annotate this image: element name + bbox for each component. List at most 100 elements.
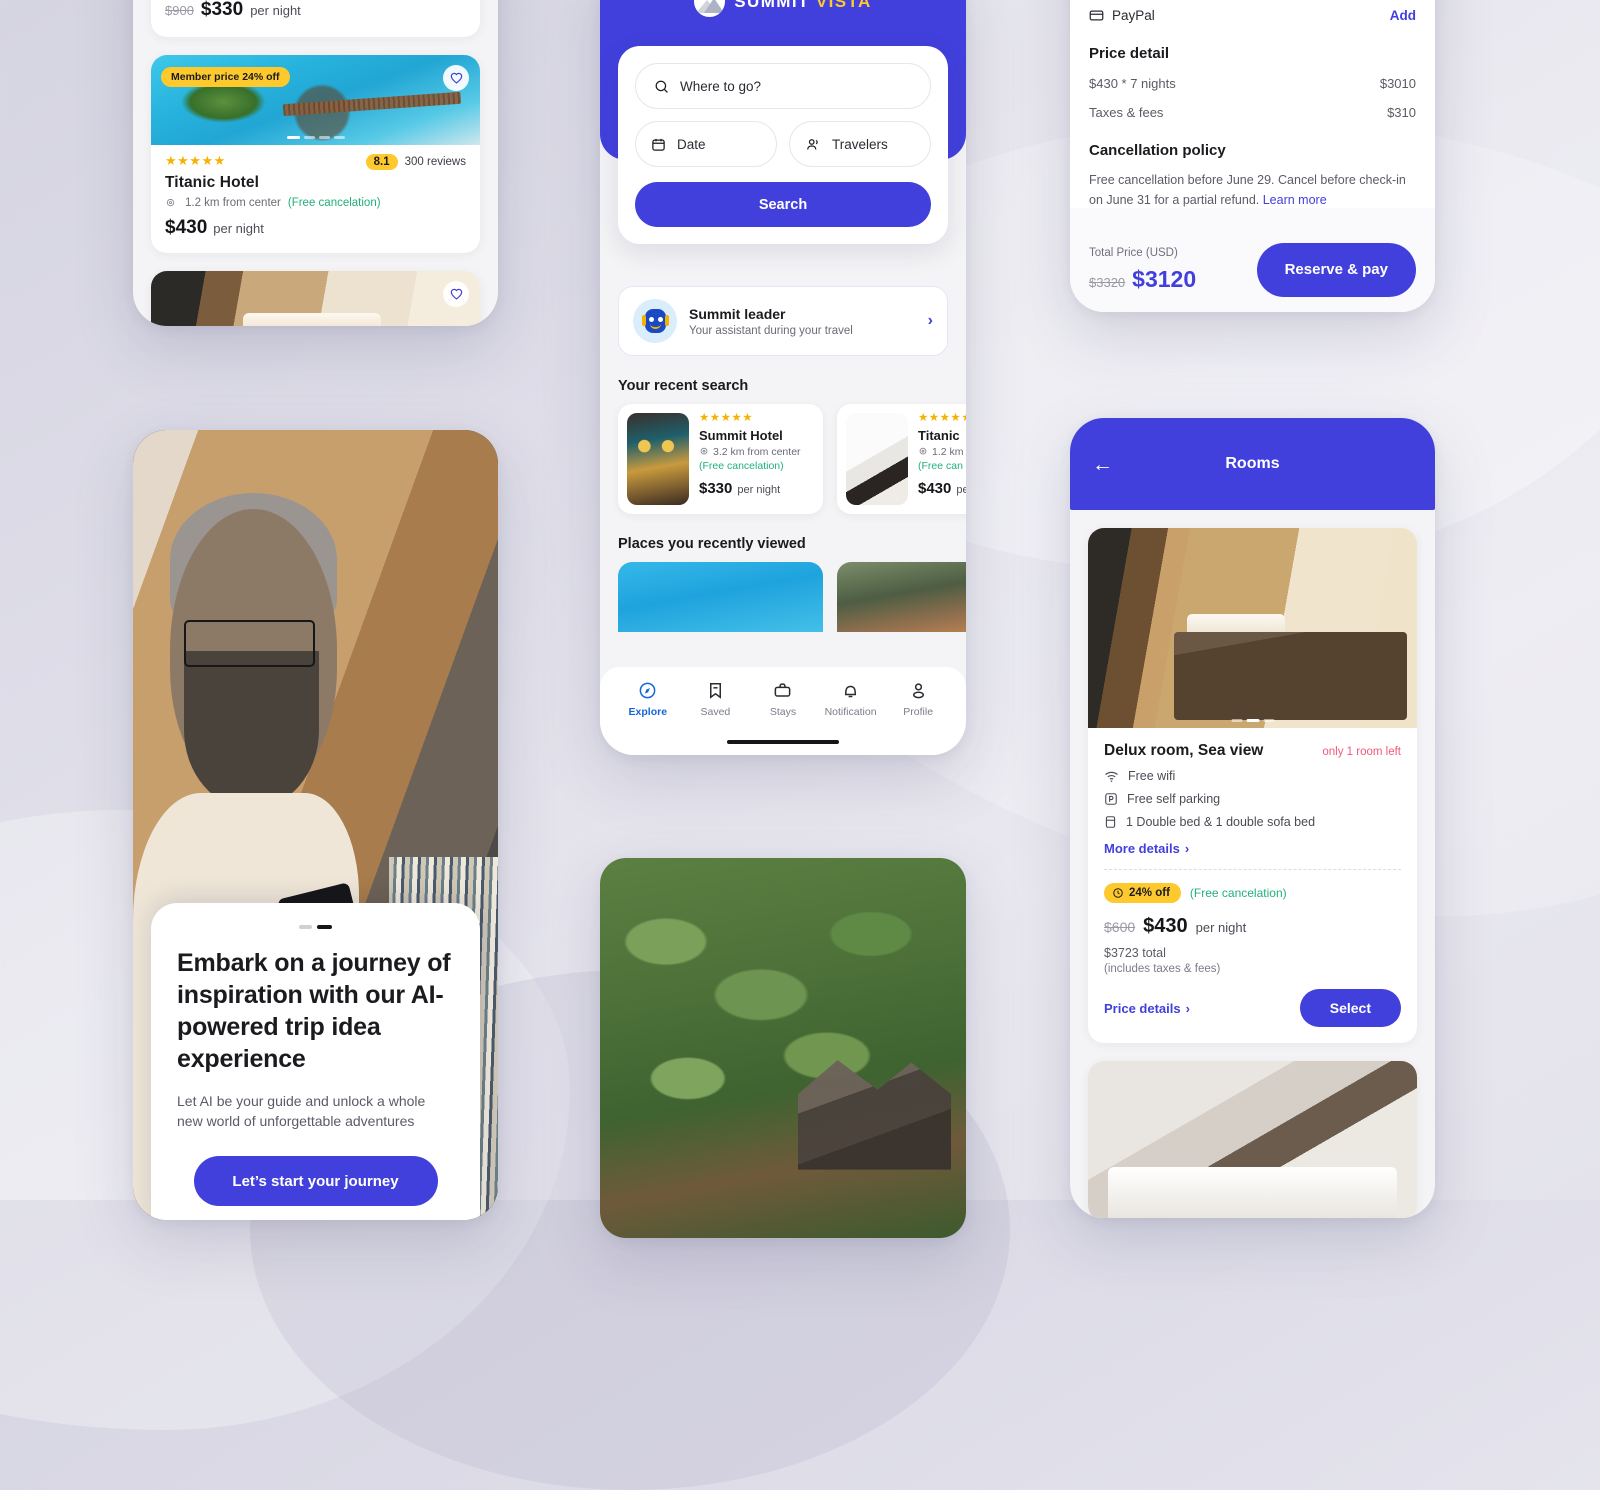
tab-label: Saved xyxy=(700,706,731,718)
price-original: $900 xyxy=(165,3,194,18)
tab-profile[interactable]: Profile xyxy=(884,681,952,718)
recent-search-item[interactable]: ★★★★★ Summit Hotel 3.2 km from center (F… xyxy=(618,404,823,514)
price-current: $430 xyxy=(1143,915,1188,937)
tab-notification[interactable]: Notification xyxy=(817,681,885,718)
amenity-label: Free self parking xyxy=(1127,792,1221,806)
cancellation-policy-text: Free cancellation before June 29. Cancel… xyxy=(1089,170,1416,211)
heart-icon[interactable] xyxy=(443,281,469,307)
recently-viewed-item[interactable] xyxy=(837,562,966,632)
app-logo: SUMMIT VISTA xyxy=(600,0,966,17)
destination-input[interactable]: Where to go? xyxy=(635,63,931,109)
hotel-card-partial[interactable]: $900 $330 per night xyxy=(151,0,480,37)
price-line-label: Taxes & fees xyxy=(1089,105,1164,120)
people-icon xyxy=(805,137,821,152)
hotel-photo[interactable]: Member price 24% off xyxy=(151,55,480,145)
onboarding-screen: Embark on a journey of inspiration with … xyxy=(133,430,498,1220)
more-details-label: More details xyxy=(1104,841,1180,856)
location-pin-icon xyxy=(165,198,176,209)
payment-method-row[interactable]: PayPal Add xyxy=(1089,0,1416,23)
add-payment-link[interactable]: Add xyxy=(1390,8,1416,23)
tab-saved[interactable]: Saved xyxy=(682,681,750,718)
wifi-icon xyxy=(1104,770,1119,783)
price-detail-title: Price detail xyxy=(1089,45,1170,62)
date-input[interactable]: Date xyxy=(635,121,777,167)
twin-room-photo[interactable] xyxy=(1088,1061,1417,1218)
tropical-jungle-resort-photo xyxy=(600,858,966,1238)
assistant-subtitle: Your assistant during your travel xyxy=(689,324,853,337)
payment-method-label: PayPal xyxy=(1112,8,1155,23)
assistant-card[interactable]: Summit leader Your assistant during your… xyxy=(618,286,948,356)
price-unit: per night xyxy=(250,3,301,18)
robot-icon xyxy=(633,299,677,343)
heart-icon[interactable] xyxy=(443,65,469,91)
amenity-row: 1 Double bed & 1 double sofa bed xyxy=(1104,815,1401,829)
tab-label: Stays xyxy=(769,706,797,718)
onboarding-subtext: Let AI be your guide and unlock a whole … xyxy=(177,1092,426,1130)
hotel-card-next[interactable] xyxy=(151,271,480,326)
chevron-right-icon: › xyxy=(1185,1000,1190,1016)
bookmark-icon xyxy=(706,681,725,700)
tab-label: Notification xyxy=(824,706,877,718)
delux-room-photo[interactable] xyxy=(1088,528,1417,728)
learn-more-link[interactable]: Learn more xyxy=(1263,193,1327,207)
recent-search-item[interactable]: ★★★★★ Titanic 1.2 km (Free can $430 pe xyxy=(837,404,966,514)
briefcase-icon xyxy=(773,681,792,700)
recently-viewed-list[interactable] xyxy=(600,562,966,632)
price-unit: per night xyxy=(1195,920,1247,935)
price-current: $430 xyxy=(165,217,208,238)
free-cancellation-label: (Free cancelation) xyxy=(287,197,381,209)
price-unit: per night xyxy=(213,221,264,236)
chevron-right-icon[interactable]: › xyxy=(928,312,933,330)
policy-body: Free cancellation before June 29. Cancel… xyxy=(1089,173,1406,208)
more-details-link[interactable]: More details › xyxy=(1104,841,1401,856)
includes-note: (includes taxes & fees) xyxy=(1104,963,1221,975)
free-cancellation-label: (Free cancelation) xyxy=(1189,886,1287,900)
price-line-item: $430 * 7 nights $3010 xyxy=(1089,76,1416,91)
hotel-thumbnail xyxy=(846,413,908,505)
hotel-photo[interactable] xyxy=(151,271,480,326)
home-indicator xyxy=(727,740,839,744)
review-score: 8.1 300 reviews xyxy=(365,154,466,170)
page-title: Rooms xyxy=(1225,455,1280,472)
checkout-screen: PayPal Add Price detail $430 * 7 nights … xyxy=(1070,0,1435,312)
page-indicator[interactable] xyxy=(177,924,454,929)
price-details-label: Price details xyxy=(1104,1000,1181,1016)
carousel-dots[interactable] xyxy=(286,135,345,139)
hotel-name: Titanic Hotel xyxy=(165,174,260,191)
search-icon xyxy=(654,79,669,94)
price-line-label: $430 * 7 nights xyxy=(1089,76,1176,91)
room-card-next[interactable] xyxy=(1088,1061,1417,1218)
price-details-link[interactable]: Price details › xyxy=(1104,1001,1190,1016)
price-current: $430 xyxy=(918,479,952,497)
tab-label: Profile xyxy=(903,706,934,718)
price-current: $330 xyxy=(200,0,244,20)
room-card-delux[interactable]: Delux room, Sea view only 1 room left Fr… xyxy=(1088,528,1417,1043)
destination-photo-screen[interactable] xyxy=(600,858,966,1238)
search-button[interactable]: Search xyxy=(635,182,931,227)
recent-search-list[interactable]: ★★★★★ Summit Hotel 3.2 km from center (F… xyxy=(600,404,966,514)
reserve-and-pay-button[interactable]: Reserve & pay xyxy=(1256,242,1416,297)
search-results-screen: $900 $330 per night Member price 24% off… xyxy=(133,0,498,326)
carousel-dots[interactable] xyxy=(1231,718,1274,722)
travelers-input[interactable]: Travelers xyxy=(789,121,931,167)
calendar-icon xyxy=(651,137,666,152)
price-unit: pe xyxy=(956,483,966,496)
bed-icon xyxy=(1104,815,1117,829)
select-room-button[interactable]: Select xyxy=(1299,989,1401,1027)
location-pin-icon xyxy=(699,447,709,457)
recent-search-title: Your recent search xyxy=(618,378,749,394)
price-original: $600 xyxy=(1104,919,1136,935)
recently-viewed-item[interactable] xyxy=(618,562,823,632)
hotel-name: Summit Hotel xyxy=(699,427,783,443)
hotel-distance: 1.2 km from center xyxy=(185,197,281,209)
price-line-value: $3010 xyxy=(1379,76,1416,91)
price-current: $330 xyxy=(699,479,733,497)
brand-name-primary: SUMMIT xyxy=(734,0,810,11)
tab-stays[interactable]: Stays xyxy=(749,681,817,718)
chevron-right-icon: › xyxy=(1184,841,1190,856)
tab-explore[interactable]: Explore xyxy=(614,681,682,718)
cancellation-policy-title: Cancellation policy xyxy=(1089,142,1226,159)
start-journey-button[interactable]: Let’s start your journey xyxy=(193,1156,438,1206)
onboarding-sheet: Embark on a journey of inspiration with … xyxy=(151,902,480,1220)
hotel-card-titanic[interactable]: Member price 24% off ★★★★★ 8.1 300 revie… xyxy=(151,55,480,253)
